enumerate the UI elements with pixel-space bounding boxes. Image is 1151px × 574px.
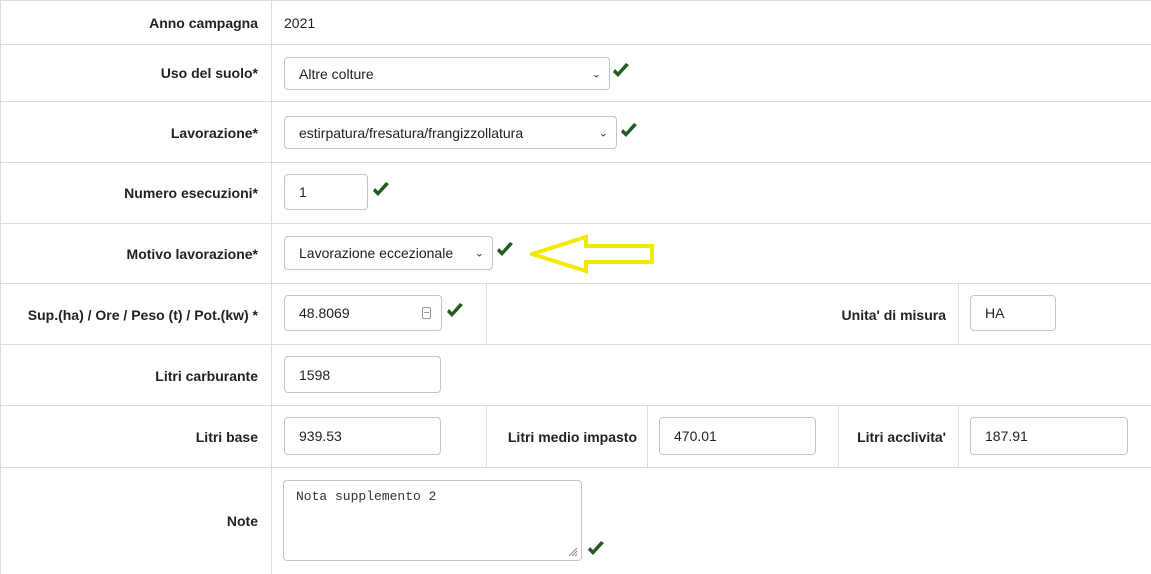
unita-misura-value: HA [985, 305, 1005, 321]
uso-suolo-value: Altre colture [299, 65, 374, 82]
motivo-lavorazione-value: Lavorazione eccezionale [299, 245, 454, 261]
superficie-label: Sup.(ha) / Ore / Peso (t) / Pot.(kw) * [27, 307, 258, 323]
litri-medio-impasto-value: 470.01 [674, 428, 717, 444]
numero-esecuzioni-label: Numero esecuzioni* [124, 185, 258, 201]
row-divider [0, 283, 1151, 284]
litri-medio-impasto-label: Litri medio impasto [507, 429, 637, 445]
column-divider [647, 405, 648, 467]
column-divider [271, 0, 272, 574]
litri-carburante-label: Litri carburante [155, 368, 258, 384]
column-divider [0, 0, 1, 574]
lavorazione-label: Lavorazione* [170, 125, 258, 141]
chevron-down-icon: ⌄ [591, 68, 601, 80]
column-divider [958, 405, 959, 467]
check-icon [446, 303, 464, 319]
arrow-left-outline-icon [530, 234, 654, 274]
litri-carburante-input[interactable]: 1598 [284, 356, 441, 393]
note-textarea[interactable]: Nota supplemento 2 [283, 480, 582, 561]
check-icon [496, 242, 514, 258]
anno-campagna-label: Anno campagna [149, 15, 258, 31]
column-divider [958, 283, 959, 344]
litri-medio-impasto-input[interactable]: 470.01 [659, 417, 816, 455]
unita-misura-input[interactable]: HA [970, 295, 1056, 331]
row-divider [0, 0, 1151, 1]
motivo-lavorazione-label: Motivo lavorazione* [126, 246, 258, 262]
uso-suolo-label: Uso del suolo* [160, 65, 258, 81]
motivo-lavorazione-select[interactable]: Lavorazione eccezionale ⌄ [284, 236, 493, 270]
numero-esecuzioni-input[interactable]: 1 [284, 174, 368, 210]
chevron-down-icon: ⌄ [598, 127, 608, 139]
row-divider [0, 101, 1151, 102]
column-divider [486, 405, 487, 467]
row-divider [0, 405, 1151, 406]
lavorazione-select[interactable]: estirpatura/fresatura/frangizzollatura ⌄ [284, 116, 617, 149]
row-divider [0, 44, 1151, 45]
litri-carburante-value: 1598 [299, 366, 331, 383]
lavorazione-value: estirpatura/fresatura/frangizzollatura [299, 124, 524, 141]
litri-base-label: Litri base [195, 429, 258, 445]
check-icon [620, 123, 638, 139]
superficie-number-input[interactable]: 48.8069 [284, 295, 442, 331]
litri-acclivita-label: Litri acclivita' [857, 429, 946, 445]
column-divider [838, 405, 839, 467]
row-divider [0, 162, 1151, 163]
litri-base-value: 939.53 [299, 428, 342, 444]
check-icon [372, 182, 390, 198]
note-label: Note [226, 513, 258, 529]
row-divider [0, 344, 1151, 345]
column-divider [486, 283, 487, 344]
numero-esecuzioni-value: 1 [299, 184, 307, 200]
uso-suolo-select[interactable]: Altre colture ⌄ [284, 57, 610, 90]
check-icon [612, 63, 630, 79]
spinner-icon[interactable] [422, 307, 431, 319]
chevron-down-icon: ⌄ [474, 247, 484, 260]
unita-misura-label: Unita' di misura [841, 307, 946, 323]
litri-base-input[interactable]: 939.53 [284, 417, 441, 455]
superficie-value: 48.8069 [299, 305, 350, 321]
row-divider [0, 223, 1151, 224]
litri-acclivita-value: 187.91 [985, 428, 1028, 444]
check-icon [587, 541, 605, 557]
anno-campagna-value: 2021 [284, 15, 316, 31]
row-divider [0, 467, 1151, 468]
litri-acclivita-input[interactable]: 187.91 [970, 417, 1128, 455]
note-value: Nota supplemento 2 [296, 489, 437, 504]
resize-handle-icon[interactable] [566, 545, 578, 557]
